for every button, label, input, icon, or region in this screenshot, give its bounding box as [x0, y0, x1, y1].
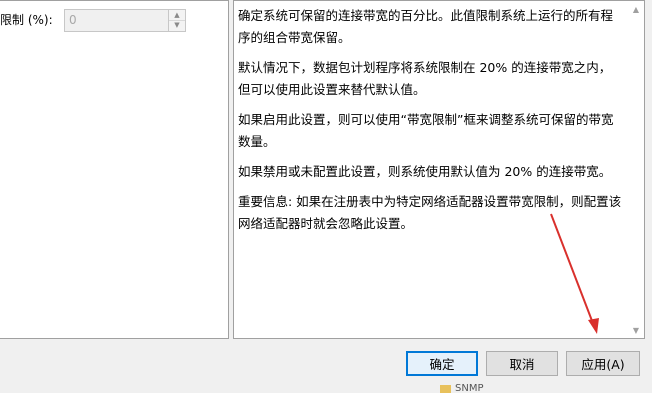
help-text: 确定系统可保留的连接带宽的百分比。此值限制系统上运行的所有程序的组合带宽保留。 … — [238, 5, 623, 243]
background-folder-label: SNMP — [455, 383, 484, 393]
spin-down-arrow-icon[interactable]: ▼ — [169, 20, 185, 30]
bandwidth-limit-label: 限制 (%): — [0, 13, 53, 27]
options-pane: 限制 (%): 0 ▲ ▼ — [0, 0, 229, 339]
bandwidth-limit-spinbox[interactable]: 0 ▲ ▼ — [64, 9, 186, 32]
scroll-down-arrow-icon[interactable]: ▼ — [628, 322, 644, 338]
apply-button[interactable]: 应用(A) — [566, 351, 640, 376]
bandwidth-limit-value[interactable]: 0 — [69, 13, 77, 27]
help-paragraph-2: 默认情况下，数据包计划程序将系统限制在 20% 的连接带宽之内，但可以使用此设置… — [238, 60, 612, 97]
help-pane: 确定系统可保留的连接带宽的百分比。此值限制系统上运行的所有程序的组合带宽保留。 … — [233, 0, 645, 339]
help-paragraph-4: 如果禁用或未配置此设置，则系统使用默认值为 20% 的连接带宽。 — [238, 164, 612, 179]
help-scrollbar[interactable]: ▲ ▼ — [628, 1, 644, 338]
ok-button[interactable]: 确定 — [406, 351, 478, 376]
spin-buttons: ▲ ▼ — [168, 10, 185, 31]
cancel-button[interactable]: 取消 — [486, 351, 558, 376]
folder-icon — [440, 385, 451, 393]
help-paragraph-1: 确定系统可保留的连接带宽的百分比。此值限制系统上运行的所有程序的组合带宽保留。 — [238, 8, 614, 45]
help-paragraph-3: 如果启用此设置，则可以使用“带宽限制”框来调整系统可保留的带宽数量。 — [238, 112, 614, 149]
help-paragraph-5: 重要信息: 如果在注册表中为特定网络适配器设置带宽限制，则配置该网络适配器时就会… — [238, 194, 622, 231]
background-folder-item: SNMP — [440, 382, 500, 393]
scroll-up-arrow-icon[interactable]: ▲ — [628, 1, 644, 17]
